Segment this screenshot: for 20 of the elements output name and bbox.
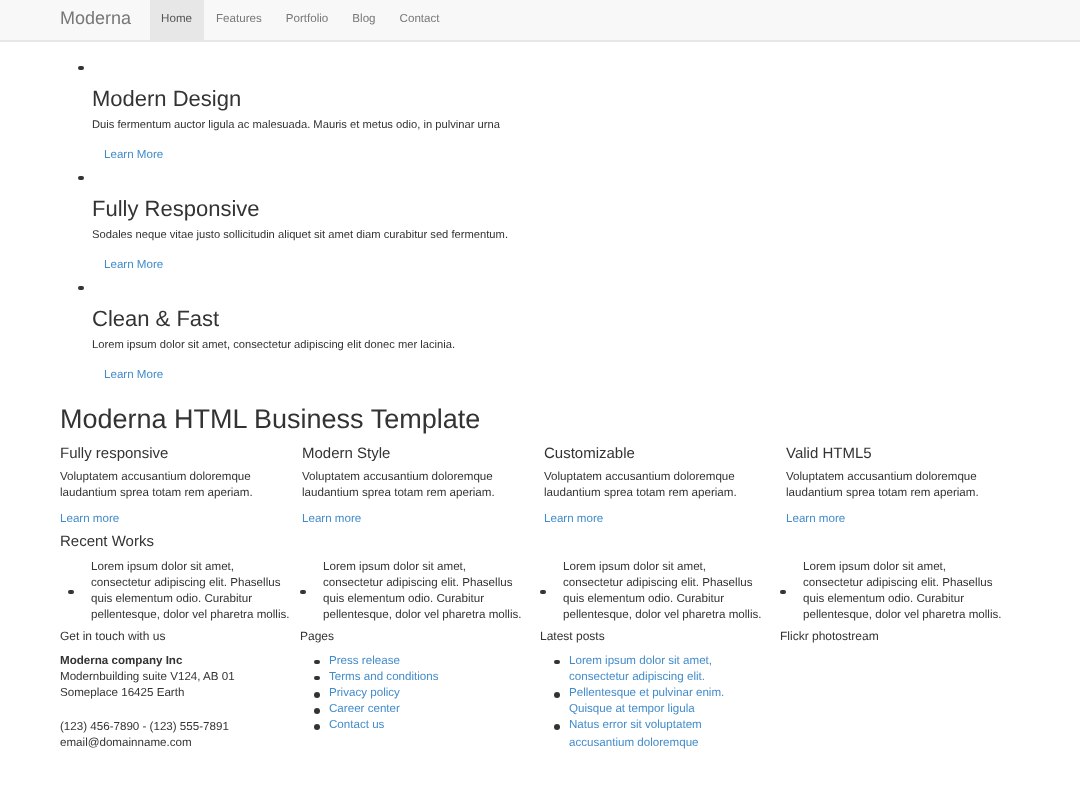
- feature-heading: Modern Design: [92, 88, 244, 114]
- bullet-icon: [314, 675, 319, 681]
- bullet-icon: [68, 589, 73, 595]
- bullet-icon: [554, 724, 559, 730]
- brand-logo[interactable]: Moderna: [60, 6, 132, 34]
- bullet-icon: [78, 285, 83, 291]
- section-heading: Moderna HTML Business Template: [60, 404, 483, 436]
- bullet-icon: [314, 724, 319, 730]
- bullet-icon: [540, 589, 545, 595]
- feature-heading: Fully Responsive: [92, 198, 262, 224]
- bullet-icon: [554, 659, 559, 665]
- feature-heading: Clean & Fast: [92, 308, 222, 334]
- bullet-icon: [780, 589, 785, 595]
- bullet-icon: [314, 692, 319, 698]
- bullet-icon: [314, 708, 319, 714]
- bullet-icon: [314, 659, 319, 665]
- bullet-icon: [300, 589, 305, 595]
- bullet-icon: [554, 692, 559, 698]
- bullet-icon: [78, 65, 83, 71]
- bullet-icon: [78, 175, 83, 181]
